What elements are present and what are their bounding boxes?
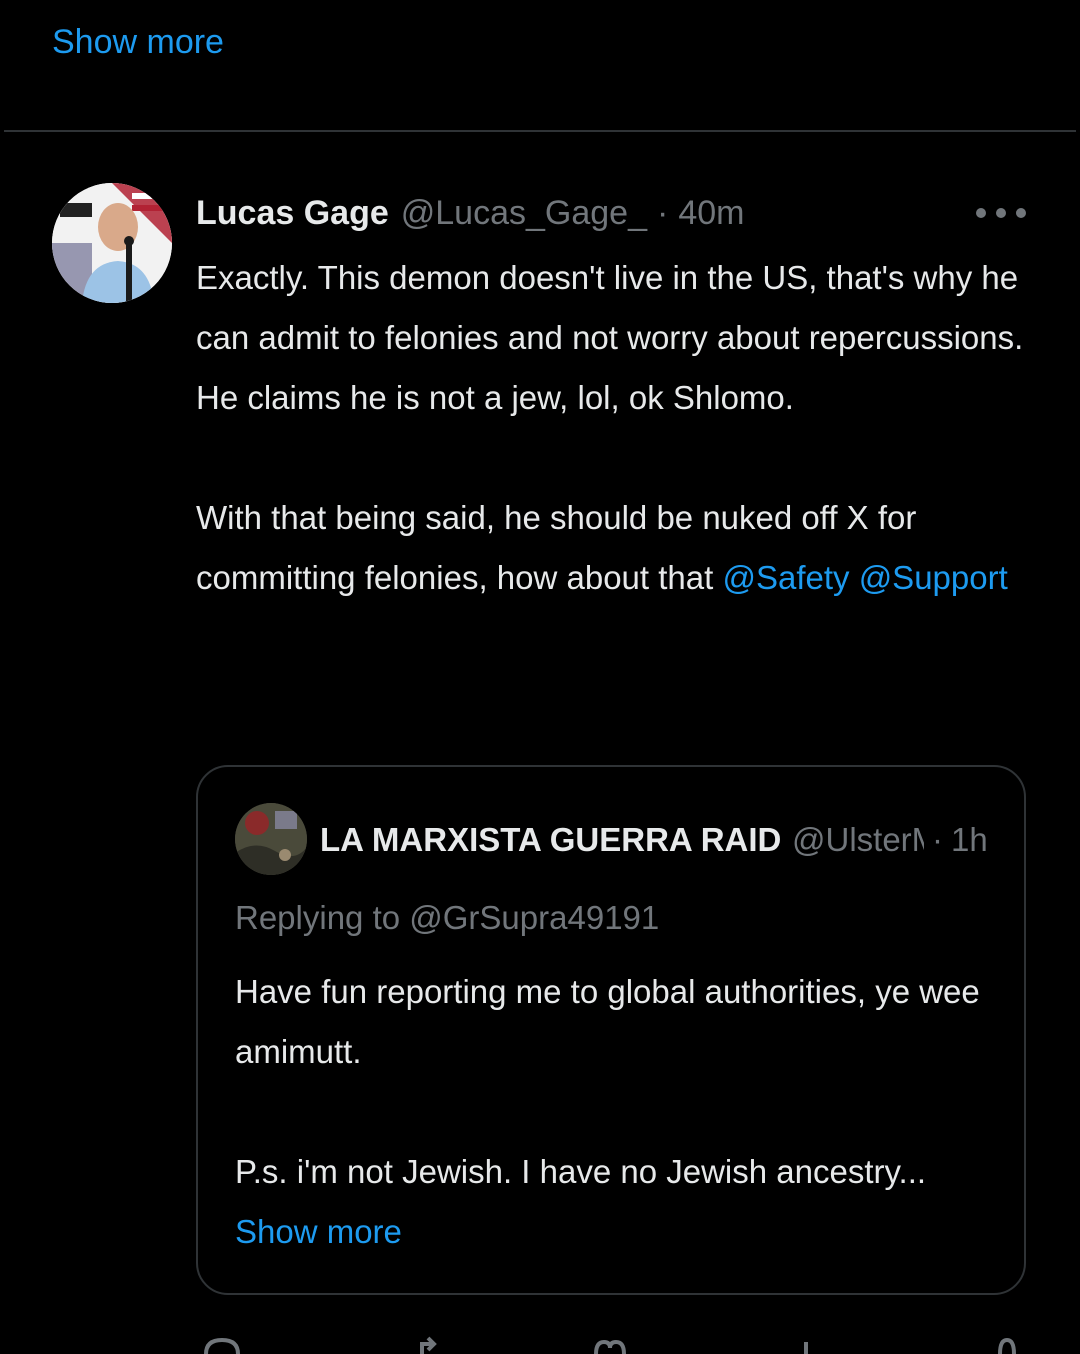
- more-horizontal-icon[interactable]: [976, 198, 1026, 228]
- tweet-text: Exactly. This demon doesn't live in the …: [196, 248, 1036, 608]
- author-avatar-image: [52, 183, 172, 303]
- quote-author-name[interactable]: LA MARXISTA GUERRA RAIDER: [320, 821, 782, 859]
- quoted-tweet-card[interactable]: LA MARXISTA GUERRA RAIDER @UlsterMarxist…: [196, 765, 1026, 1295]
- tweet-timestamp[interactable]: 40m: [678, 194, 744, 233]
- mention-support[interactable]: @Support: [859, 559, 1008, 596]
- tweet-paragraph: With that being said, he should be nuked…: [196, 488, 1036, 608]
- quote-author-handle[interactable]: @UlsterMarxist: [792, 821, 924, 859]
- quote-paragraph: P.s. i'm not Jewish. I have no Jewish an…: [235, 1153, 927, 1190]
- quote-header-separator: ·: [932, 821, 943, 858]
- views-icon[interactable]: [796, 1334, 816, 1354]
- replying-to: Replying to @GrSupra49191: [235, 895, 659, 941]
- reply-icon[interactable]: [202, 1334, 242, 1354]
- tweet-header: Lucas Gage @Lucas_Gage_ · 40m: [196, 190, 744, 236]
- tweet-paragraph: Exactly. This demon doesn't live in the …: [196, 259, 1024, 416]
- quote-author-avatar[interactable]: [235, 803, 307, 875]
- author-handle[interactable]: @Lucas_Gage_: [401, 194, 647, 233]
- bookmark-icon[interactable]: [992, 1334, 1022, 1354]
- show-more-link[interactable]: Show more: [52, 20, 224, 64]
- quote-header: LA MARXISTA GUERRA RAIDER @UlsterMarxist…: [320, 817, 990, 863]
- quote-paragraph: Have fun reporting me to global authorit…: [235, 973, 980, 1070]
- author-avatar[interactable]: [52, 183, 172, 303]
- replying-to-handle[interactable]: @GrSupra49191: [409, 899, 659, 936]
- like-icon[interactable]: [590, 1334, 630, 1354]
- quote-timestamp[interactable]: 1h: [951, 821, 988, 859]
- quote-show-more-link[interactable]: Show more: [235, 1202, 1005, 1262]
- repost-icon[interactable]: [414, 1334, 454, 1354]
- header-separator: ·: [656, 193, 669, 232]
- tweet-divider: [4, 130, 1076, 132]
- replying-to-label: Replying to: [235, 899, 410, 936]
- tweet-action-bar: [196, 1334, 1026, 1354]
- mention-safety[interactable]: @Safety: [722, 559, 849, 596]
- quote-text: Have fun reporting me to global authorit…: [235, 962, 1005, 1262]
- author-name[interactable]: Lucas Gage: [196, 194, 389, 233]
- quote-avatar-image: [235, 803, 307, 875]
